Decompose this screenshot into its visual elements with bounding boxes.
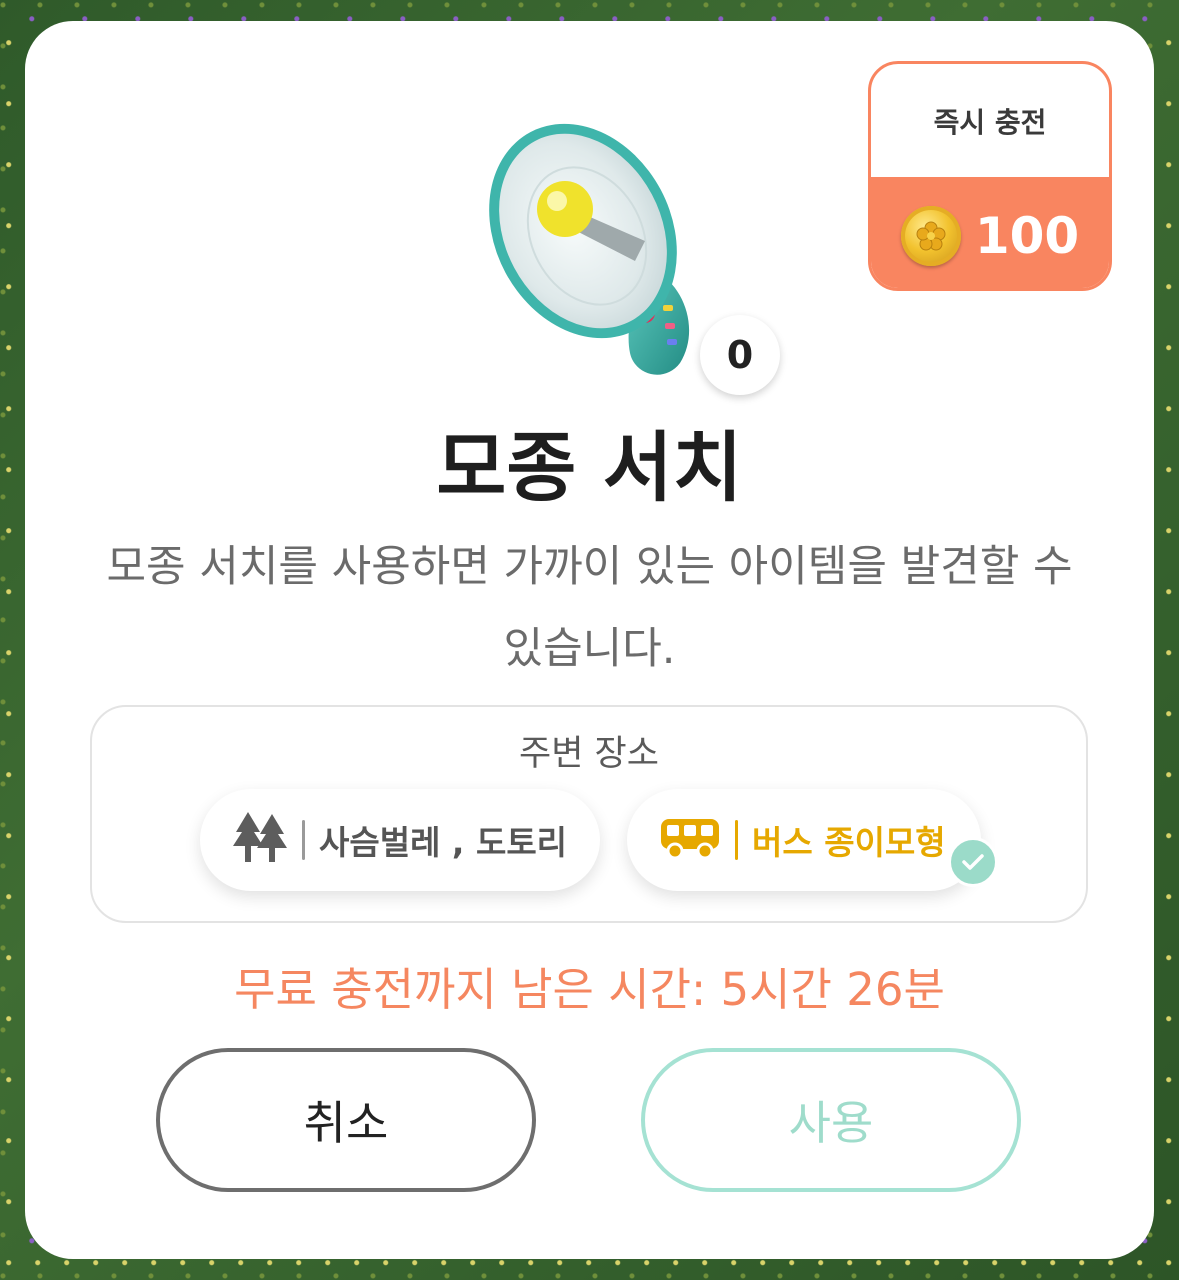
use-button[interactable]: 사용 (641, 1048, 1021, 1192)
nearby-place-bus[interactable]: 버스 종이모형 (627, 789, 981, 891)
free-charge-timer: 무료 충전까지 남은 시간: 5시간 26분 (234, 963, 945, 1016)
pill-separator (302, 820, 305, 860)
nearby-places-label: 주변 장소 (519, 734, 659, 774)
instant-charge-price: 100 (871, 177, 1109, 288)
item-use-dialog: 즉시 충전 100 0 모종 서치 모종 서치를 사용하면 가까이 있는 아이템… (25, 21, 1154, 1259)
item-count-badge: 0 (700, 315, 780, 395)
nearby-place-bus-text: 버스 종이모형 (752, 823, 946, 862)
nearby-place-forest-text: 사슴벌레 , 도토리 (319, 823, 568, 862)
pill-separator (735, 820, 738, 860)
megaphone-icon (485, 91, 715, 381)
nearby-place-forest[interactable]: 사슴벌레 , 도토리 (200, 789, 600, 891)
charge-price: 100 (974, 206, 1080, 265)
cancel-button[interactable]: 취소 (156, 1048, 536, 1192)
nearby-places-panel: 주변 장소 사슴벌레 , 도토리 버스 종이모형 (90, 705, 1088, 923)
gold-coin-icon (900, 205, 961, 266)
item-description: 모종 서치를 사용하면 가까이 있는 아이템을 발견할 수 있습니다. (106, 542, 1073, 674)
check-icon (948, 837, 998, 887)
item-title: 모종 서치 (436, 423, 743, 512)
trees-icon (232, 812, 288, 868)
bus-icon (659, 817, 721, 863)
instant-charge-button[interactable]: 즉시 충전 100 (868, 61, 1112, 291)
instant-charge-label: 즉시 충전 (933, 105, 1047, 139)
